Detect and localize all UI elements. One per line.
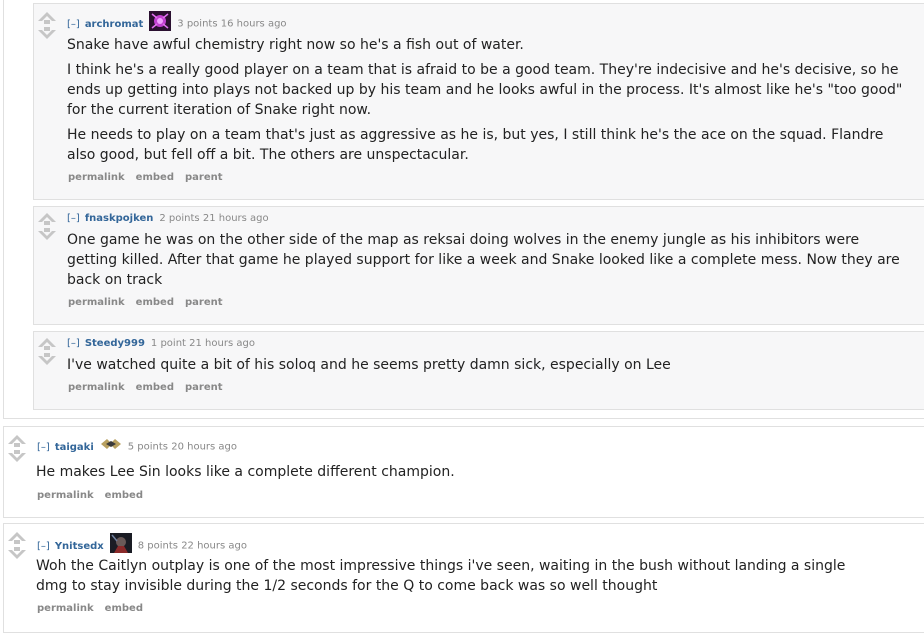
embed-link[interactable]: embed — [105, 490, 143, 501]
downvote-arrow-icon[interactable] — [8, 450, 26, 462]
timestamp: 20 hours ago — [171, 441, 238, 453]
author-link[interactable]: fnaskpojken — [85, 213, 154, 224]
parent-link[interactable]: parent — [185, 172, 223, 183]
author-link[interactable]: archromat — [85, 19, 143, 30]
upvote-arrow-icon[interactable] — [38, 12, 56, 24]
timestamp: 16 hours ago — [220, 18, 287, 30]
score: 1 point — [150, 338, 186, 349]
upvote-arrow-icon[interactable] — [38, 338, 56, 350]
collapse-toggle[interactable]: [–] — [67, 19, 80, 30]
comment-paragraph: Snake have awful chemistry right now so … — [67, 37, 524, 53]
downvote-arrow-icon[interactable] — [38, 27, 56, 39]
upvote-arrow-icon[interactable] — [8, 435, 26, 447]
embed-link[interactable]: embed — [136, 297, 174, 308]
score: 8 points — [137, 540, 178, 552]
comment-archromat: [–] archromat 3 points 16 hours ago Snake … — [33, 3, 924, 200]
timestamp: 21 hours ago — [189, 338, 255, 349]
comment-buttons: permalink embed parent — [68, 172, 234, 183]
parent-link[interactable]: parent — [185, 297, 223, 308]
comment-tagline: [–] archromat 3 points 16 hours ago — [67, 11, 287, 36]
embed-link[interactable]: embed — [136, 172, 174, 183]
downvote-arrow-icon[interactable] — [38, 353, 56, 365]
comment-buttons: permalink embed — [37, 603, 154, 614]
timestamp: 22 hours ago — [181, 540, 247, 552]
vote-arrows — [38, 213, 56, 240]
downvote-arrow-icon[interactable] — [38, 228, 56, 240]
comment-tagline: [–] taigaki 5 points 20 hours ago — [37, 438, 237, 455]
comment-tagline: [–] fnaskpojken 2 points 21 hours ago — [67, 212, 269, 226]
comment-fnaskpojken: [–] fnaskpojken 2 points 21 hours ago One … — [33, 206, 924, 325]
vote-arrows — [8, 532, 26, 559]
upvote-arrow-icon[interactable] — [38, 213, 56, 225]
score: 3 points — [177, 18, 218, 30]
comment-paragraph: I've watched quite a bit of his soloq an… — [67, 357, 671, 373]
permalink-link[interactable]: permalink — [37, 603, 94, 614]
author-link[interactable]: Steedy999 — [85, 338, 145, 349]
collapse-toggle[interactable]: [–] — [37, 442, 50, 453]
comment-paragraph: One game he was on the other side of the… — [67, 232, 900, 288]
upvote-arrow-icon[interactable] — [8, 532, 26, 544]
comment-paragraph: Woh the Caitlyn outplay is one of the mo… — [36, 558, 846, 594]
comment-body: I've watched quite a bit of his soloq an… — [67, 355, 907, 375]
embed-link[interactable]: embed — [136, 382, 174, 393]
collapse-toggle[interactable]: [–] — [67, 213, 80, 224]
purple-champion-icon — [149, 11, 172, 36]
comment-body: He makes Lee Sin looks like a complete d… — [36, 462, 896, 482]
comment-body: Snake have awful chemistry right now so … — [67, 35, 907, 165]
vote-arrows — [8, 435, 26, 462]
comment-body: Woh the Caitlyn outplay is one of the mo… — [36, 556, 876, 596]
permalink-link[interactable]: permalink — [68, 382, 125, 393]
permalink-link[interactable]: permalink — [37, 490, 94, 501]
collapse-toggle[interactable]: [–] — [37, 541, 50, 552]
comment-paragraph: He needs to play on a team that's just a… — [67, 127, 884, 163]
author-link[interactable]: taigaki — [55, 442, 94, 453]
downvote-arrow-icon[interactable] — [8, 547, 26, 559]
parent-link[interactable]: parent — [185, 382, 223, 393]
comment-buttons: permalink embed parent — [68, 297, 234, 308]
comment-buttons: permalink embed — [37, 490, 154, 501]
permalink-link[interactable]: permalink — [68, 172, 125, 183]
permalink-link[interactable]: permalink — [68, 297, 125, 308]
comment-buttons: permalink embed parent — [68, 382, 234, 393]
vote-arrows — [38, 12, 56, 39]
comment-paragraph: He makes Lee Sin looks like a complete d… — [36, 464, 455, 480]
timestamp: 21 hours ago — [202, 213, 269, 224]
score: 2 points — [159, 213, 200, 224]
collapse-toggle[interactable]: [–] — [67, 338, 80, 349]
dark-champion-icon — [109, 533, 132, 558]
embed-link[interactable]: embed — [105, 603, 143, 614]
author-link[interactable]: Ynitsedx — [55, 541, 104, 552]
comment-taigaki: [–] taigaki 5 points 20 hours ago He makes… — [3, 426, 924, 518]
comment-ynitsedx: [–] Ynitsedx 8 points 22 hours ago Woh the… — [3, 523, 924, 633]
comment-paragraph: I think he's a really good player on a t… — [67, 62, 903, 118]
vote-arrows — [38, 338, 56, 365]
comment-tagline: [–] Ynitsedx 8 points 22 hours ago — [37, 533, 247, 558]
team-logo-icon — [100, 438, 122, 455]
score: 5 points — [127, 441, 169, 453]
comment-steedy999: [–] Steedy999 1 point 21 hours ago I've wa… — [33, 331, 924, 410]
comment-body: One game he was on the other side of the… — [67, 230, 907, 290]
comment-tagline: [–] Steedy999 1 point 21 hours ago — [67, 337, 255, 351]
